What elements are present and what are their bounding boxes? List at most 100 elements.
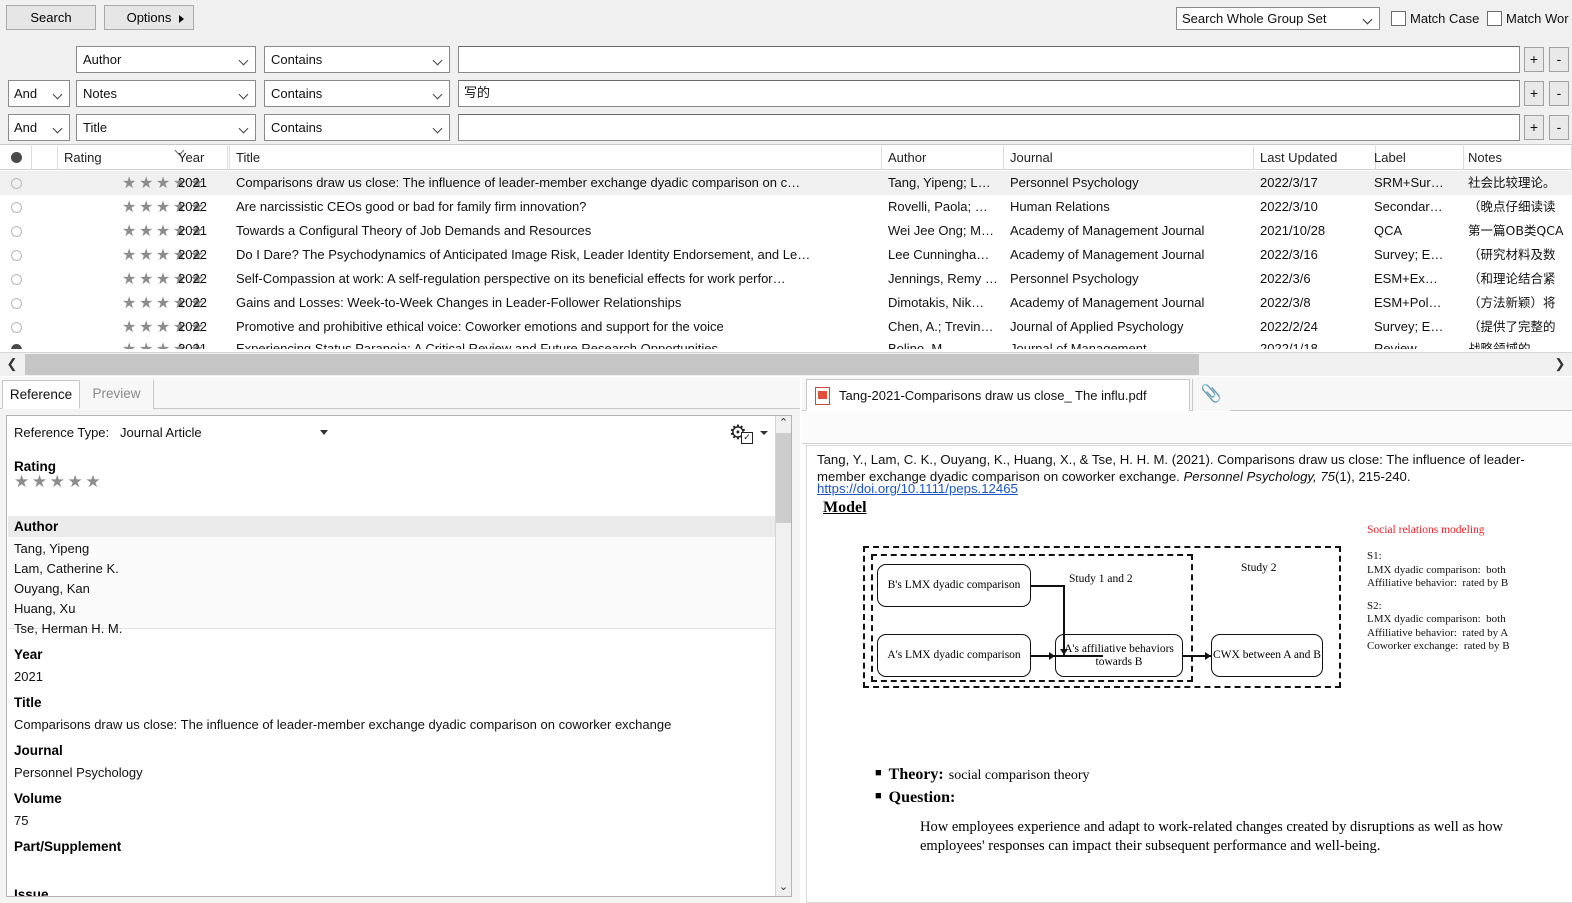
row-read-status[interactable] <box>0 267 32 291</box>
reference-tabs: Reference Preview <box>0 377 800 409</box>
table-row[interactable]: 📎 ★★★★★ 2022 Gains and Losses: Week-to-W… <box>0 291 1572 315</box>
search-scope-select[interactable]: Search Whole Group Set <box>1176 7 1380 30</box>
column-header-label-col[interactable]: Label <box>1368 146 1464 170</box>
row-attachment[interactable]: 📎 <box>32 267 58 291</box>
tab-preview[interactable]: Preview <box>80 380 154 409</box>
column-header-attachment[interactable]: 📎 <box>32 146 58 170</box>
table-row[interactable]: 📎 ★★★★★ 2022 Do I Dare? The Psychodynami… <box>0 243 1572 267</box>
row-attachment[interactable]: 📎 <box>32 291 58 315</box>
row-year: 2022 <box>178 247 207 262</box>
reference-vertical-scrollbar[interactable]: ⌃ ⌄ <box>775 416 791 896</box>
remove-row-button-1[interactable]: - <box>1549 81 1569 106</box>
search-field-select-2[interactable]: Title <box>76 114 256 141</box>
reference-type-row[interactable]: Reference Type: Journal Article <box>7 416 791 450</box>
search-operator-select-0[interactable]: Contains <box>264 46 450 73</box>
table-row[interactable]: 📎 ★★★★★ 2021 Comparisons draw us close: … <box>0 171 1572 195</box>
add-row-button-1[interactable]: + <box>1524 81 1544 106</box>
chevron-down-icon <box>1362 14 1373 25</box>
table-row[interactable]: 📎 ★★★★★ 2022 Promotive and prohibitive e… <box>0 315 1572 339</box>
table-row[interactable]: 📎 ★★★★★ 2021 Towards a Configural Theory… <box>0 219 1572 243</box>
row-read-status[interactable] <box>0 171 32 195</box>
column-header-title[interactable]: Title <box>230 146 882 170</box>
diagram-box-cwx: CWX between A and B <box>1211 634 1323 677</box>
pdf-doi-link[interactable]: https://doi.org/10.1111/peps.12465 <box>817 481 1018 496</box>
search-term-input-2[interactable] <box>458 114 1520 141</box>
column-header-notes[interactable]: Notes <box>1462 146 1572 170</box>
row-attachment[interactable]: 📎 <box>32 195 58 219</box>
chevron-down-icon[interactable] <box>760 431 768 435</box>
checkbox-box <box>1391 11 1406 26</box>
scroll-track[interactable] <box>1199 354 1547 375</box>
remove-row-button-0[interactable]: - <box>1549 47 1569 72</box>
row-attachment[interactable]: 📎 <box>32 171 58 195</box>
search-field-select-1[interactable]: Notes <box>76 80 256 107</box>
match-word-checkbox[interactable]: Match Wor <box>1487 10 1569 28</box>
table-row[interactable]: 📎 ★★★★★ 2022 Are narcissistic CEOs good … <box>0 195 1572 219</box>
column-header-author[interactable]: Author <box>882 146 1004 170</box>
row-attachment[interactable]: 📎 <box>32 243 58 267</box>
add-row-button-2[interactable]: + <box>1524 115 1544 140</box>
tab-reference[interactable]: Reference <box>2 380 80 409</box>
row-author: Bolino, M… <box>888 341 956 349</box>
column-header-journal[interactable]: Journal <box>1004 146 1254 170</box>
rating-stars-icon[interactable]: ★★★★★ <box>14 471 103 495</box>
row-attachment[interactable]: 📎 <box>32 315 58 339</box>
scroll-down-arrow-icon[interactable]: ⌄ <box>776 880 791 896</box>
remove-row-button-2[interactable]: - <box>1549 115 1569 140</box>
circle-icon <box>11 226 22 237</box>
column-header-year[interactable]: Year <box>172 146 230 170</box>
scroll-left-arrow-icon[interactable]: ❮ <box>0 353 24 376</box>
search-button[interactable]: Search <box>6 5 96 30</box>
pdf-file-tab[interactable]: Tang-2021-Comparisons draw us close_ The… <box>806 379 1190 411</box>
scroll-thumb[interactable] <box>25 354 1199 375</box>
diagram-connector <box>1031 655 1065 657</box>
row-read-status[interactable] <box>0 315 32 339</box>
search-bool-select-1[interactable]: And <box>8 80 70 107</box>
table-row[interactable]: 📎 ★★★★★ 2022 Self-Compassion at work: A … <box>0 267 1572 291</box>
pdf-citation-text: Tang, Y., Lam, C. K., Ouyang, K., Huang,… <box>817 451 1557 485</box>
column-header-last-updated[interactable]: Last Updated <box>1254 146 1376 170</box>
settings-gear-button[interactable]: ⚙ ✓ <box>729 422 771 446</box>
row-attachment[interactable]: 📎 <box>32 338 58 349</box>
add-row-button-0[interactable]: + <box>1524 47 1544 72</box>
options-button[interactable]: Options <box>104 5 194 30</box>
row-notes: （和理论结合紧 <box>1468 271 1556 286</box>
scroll-right-arrow-icon[interactable]: ❯ <box>1548 353 1572 376</box>
field-value-year[interactable]: 2021 <box>14 669 43 684</box>
column-header-readstatus[interactable] <box>0 146 32 170</box>
field-value-title[interactable]: Comparisons draw us close: The influence… <box>14 717 774 732</box>
search-bool-select-2[interactable]: And <box>8 114 70 141</box>
row-read-status[interactable] <box>0 338 32 349</box>
scroll-thumb[interactable] <box>776 433 791 523</box>
row-year: 2021 <box>178 175 207 190</box>
citation-journal: Personnel Psychology, 75 <box>1183 469 1336 484</box>
author-field-header-bg <box>8 516 776 537</box>
search-field-value: Title <box>83 120 108 135</box>
search-operator-select-2[interactable]: Contains <box>264 114 450 141</box>
row-attachment[interactable]: 📎 <box>32 219 58 243</box>
citation-part2: (1), 215-240. <box>1335 469 1411 484</box>
search-field-select-0[interactable]: Author <box>76 46 256 73</box>
pdf-page-content[interactable]: Tang, Y., Lam, C. K., Ouyang, K., Huang,… <box>806 445 1572 903</box>
row-journal: Journal of Management <box>1010 341 1147 349</box>
field-value-volume[interactable]: 75 <box>14 813 28 828</box>
reference-list-table[interactable]: 📎 Rating Year Title Author Journal Last … <box>0 146 1572 352</box>
row-journal: Academy of Management Journal <box>1010 223 1205 238</box>
chevron-down-icon[interactable] <box>320 430 328 435</box>
table-row-partial[interactable]: 📎 ★★★★★ 2021 Experiencing Status Paranoi… <box>0 338 1572 349</box>
field-value-journal[interactable]: Personnel Psychology <box>14 765 143 780</box>
row-read-status[interactable] <box>0 219 32 243</box>
scroll-up-arrow-icon[interactable]: ⌃ <box>776 416 791 432</box>
diagram-arrowhead <box>1205 652 1211 660</box>
table-horizontal-scrollbar[interactable]: ❮ ❯ <box>0 352 1572 376</box>
attachments-tab[interactable]: 📎 <box>1192 379 1230 411</box>
search-operator-select-1[interactable]: Contains <box>264 80 450 107</box>
match-case-checkbox[interactable]: Match Case <box>1391 10 1479 28</box>
chevron-down-icon <box>432 89 443 100</box>
row-read-status[interactable] <box>0 291 32 315</box>
row-read-status[interactable] <box>0 195 32 219</box>
options-button-label: Options <box>126 10 172 25</box>
search-term-input-1[interactable]: 写的 <box>458 80 1520 107</box>
row-read-status[interactable] <box>0 243 32 267</box>
search-term-input-0[interactable] <box>458 46 1520 73</box>
